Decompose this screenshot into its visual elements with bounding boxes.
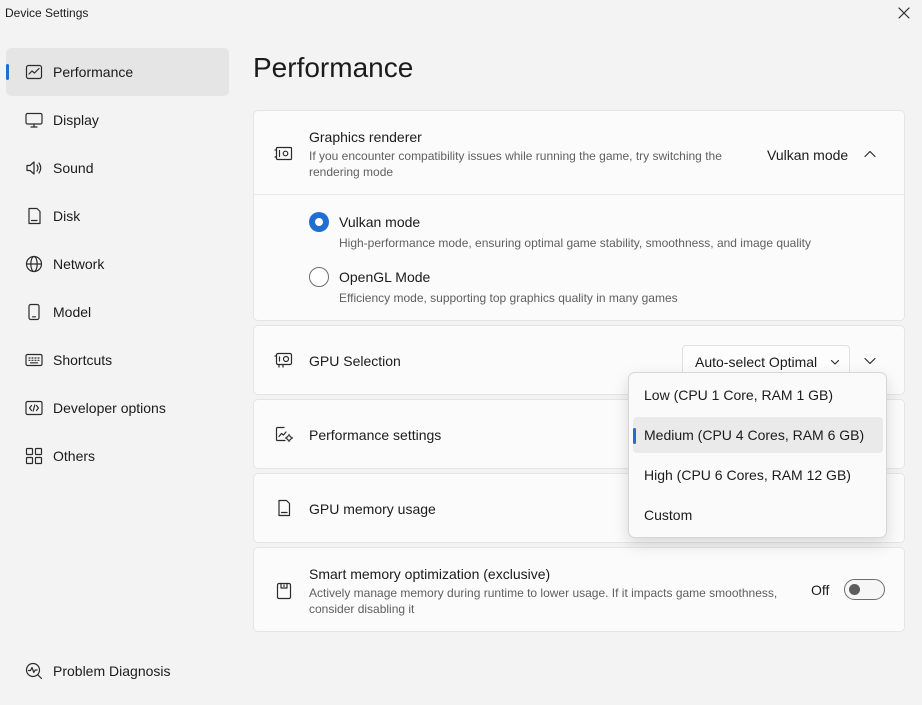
phone-icon	[28, 303, 40, 321]
selection-indicator	[633, 428, 636, 444]
sidebar-item-label: Display	[53, 112, 99, 128]
sidebar-item-network[interactable]: Network	[6, 240, 229, 288]
smart-memory-description: Actively manage memory during runtime to…	[309, 586, 778, 616]
title-bar: Device Settings	[0, 0, 922, 28]
sidebar-item-label: Network	[53, 256, 105, 272]
sidebar-item-label: Model	[53, 304, 92, 320]
disk-icon	[28, 207, 41, 225]
selection-indicator	[6, 64, 9, 80]
speaker-icon	[26, 161, 42, 175]
code-icon	[25, 400, 43, 416]
gpu-select-value: Auto-select Optimal	[695, 354, 818, 370]
sidebar-item-label: Sound	[53, 160, 94, 176]
dropdown-option-low[interactable]: Low (CPU 1 Core, RAM 1 GB)	[633, 377, 883, 413]
smart-memory-toggle-label: Off	[811, 582, 830, 598]
sidebar-item-disk[interactable]: Disk	[6, 192, 229, 240]
divider	[254, 194, 904, 195]
sidebar-item-display[interactable]: Display	[6, 96, 229, 144]
dropdown-option-high[interactable]: High (CPU 6 Cores, RAM 12 GB)	[633, 457, 883, 493]
problem-diagnosis-label: Problem Diagnosis	[53, 663, 171, 679]
opengl-mode-radio[interactable]	[309, 267, 329, 287]
gpu-icon	[274, 352, 293, 368]
memory-icon	[278, 499, 291, 517]
sidebar-item-performance[interactable]: Performance	[6, 48, 229, 96]
chevron-down-icon	[830, 359, 840, 365]
keyboard-icon	[25, 353, 43, 367]
opengl-mode-description: Efficiency mode, supporting top graphics…	[339, 291, 678, 305]
vulkan-mode-radio[interactable]	[309, 212, 329, 232]
performance-preset-dropdown: Low (CPU 1 Core, RAM 1 GB) Medium (CPU 4…	[628, 372, 887, 538]
dropdown-option-label: Low (CPU 1 Core, RAM 1 GB)	[644, 387, 834, 403]
sidebar-item-label: Others	[53, 448, 96, 464]
close-button[interactable]	[896, 5, 912, 21]
chevron-up-icon[interactable]	[863, 147, 877, 161]
gpu-selection-title: GPU Selection	[309, 353, 401, 369]
smart-memory-card: Smart memory optimization (exclusive) Ac…	[253, 547, 905, 632]
graphics-renderer-title: Graphics renderer	[309, 129, 422, 145]
performance-settings-icon	[275, 426, 294, 443]
memory-chip-icon	[276, 582, 292, 600]
window-title: Device Settings	[5, 6, 89, 20]
dropdown-option-label: Custom	[644, 507, 693, 523]
page-title: Performance	[253, 52, 414, 83]
performance-settings-title: Performance settings	[309, 427, 442, 443]
globe-icon	[25, 255, 43, 273]
monitor-icon	[25, 112, 43, 128]
sidebar-item-sound[interactable]: Sound	[6, 144, 229, 192]
vulkan-mode-description: High-performance mode, ensuring optimal …	[339, 236, 812, 250]
smart-memory-title: Smart memory optimization (exclusive)	[309, 566, 551, 582]
chart-line-icon	[25, 64, 43, 80]
renderer-icon	[274, 146, 293, 161]
close-icon	[898, 7, 910, 19]
gpu-memory-title: GPU memory usage	[309, 501, 436, 517]
diagnosis-icon	[25, 662, 43, 680]
sidebar-item-shortcuts[interactable]: Shortcuts	[6, 336, 229, 384]
opengl-mode-label: OpenGL Mode	[339, 269, 431, 285]
toggle-knob	[849, 584, 860, 595]
graphics-renderer-description: If you encounter compatibility issues wh…	[309, 149, 722, 179]
sidebar-item-model[interactable]: Model	[6, 288, 229, 336]
dropdown-option-custom[interactable]: Custom	[633, 497, 883, 533]
sidebar-item-label: Performance	[53, 64, 134, 80]
smart-memory-toggle[interactable]	[844, 579, 885, 600]
sidebar-item-developer-options[interactable]: Developer options	[6, 384, 229, 432]
dropdown-option-label: High (CPU 6 Cores, RAM 12 GB)	[644, 467, 851, 483]
grid-icon	[25, 447, 43, 465]
sidebar-item-label: Developer options	[53, 400, 166, 416]
dropdown-option-label: Medium (CPU 4 Cores, RAM 6 GB)	[644, 427, 865, 443]
sidebar-item-others[interactable]: Others	[6, 432, 229, 480]
sidebar-item-label: Disk	[53, 208, 81, 224]
chevron-down-icon[interactable]	[863, 354, 877, 368]
sidebar-item-label: Shortcuts	[53, 352, 113, 368]
problem-diagnosis-button[interactable]: Problem Diagnosis	[6, 647, 229, 695]
graphics-renderer-card: Graphics renderer If you encounter compa…	[253, 110, 905, 321]
renderer-current-value[interactable]: Vulkan mode	[767, 147, 848, 163]
vulkan-mode-label: Vulkan mode	[339, 214, 421, 230]
sidebar: Performance Display Sound Disk Network M…	[0, 44, 240, 684]
dropdown-option-medium[interactable]: Medium (CPU 4 Cores, RAM 6 GB)	[633, 417, 883, 453]
